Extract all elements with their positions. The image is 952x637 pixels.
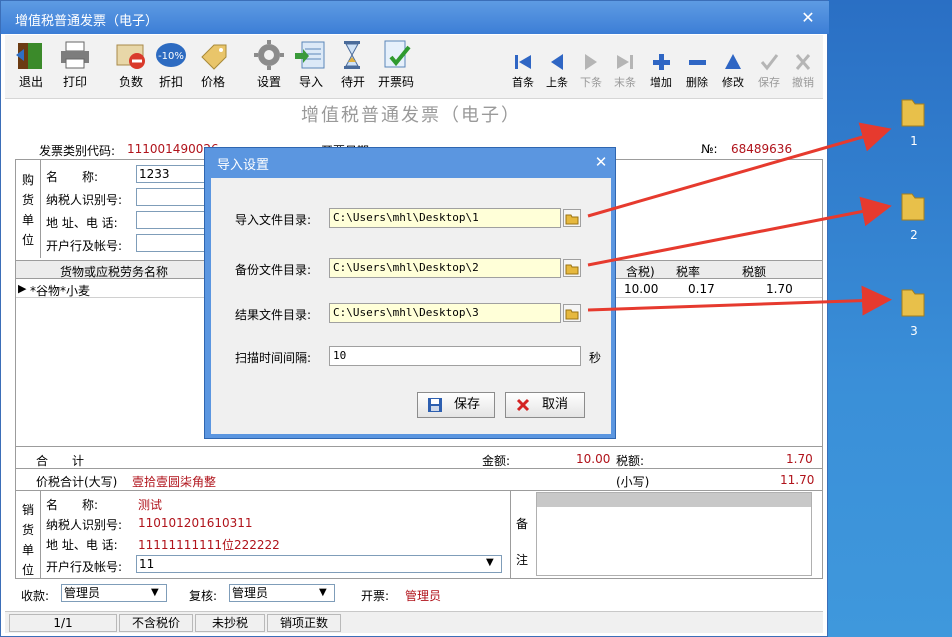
- arrow-to-folder-2: [587, 196, 892, 267]
- annotation-arrows: [587, 122, 892, 316]
- desktop-folder-1-label: 1: [910, 134, 918, 148]
- desktop-folder-2-icon[interactable]: [898, 190, 928, 224]
- arrow-to-folder-3: [587, 285, 892, 316]
- desktop-folder-2-label: 2: [910, 228, 918, 242]
- desktop-folder-3-label: 3: [910, 324, 918, 338]
- desktop-folder-1-icon[interactable]: [898, 96, 928, 130]
- desktop-folder-3-icon[interactable]: [898, 286, 928, 320]
- arrow-to-folder-1: [587, 122, 892, 218]
